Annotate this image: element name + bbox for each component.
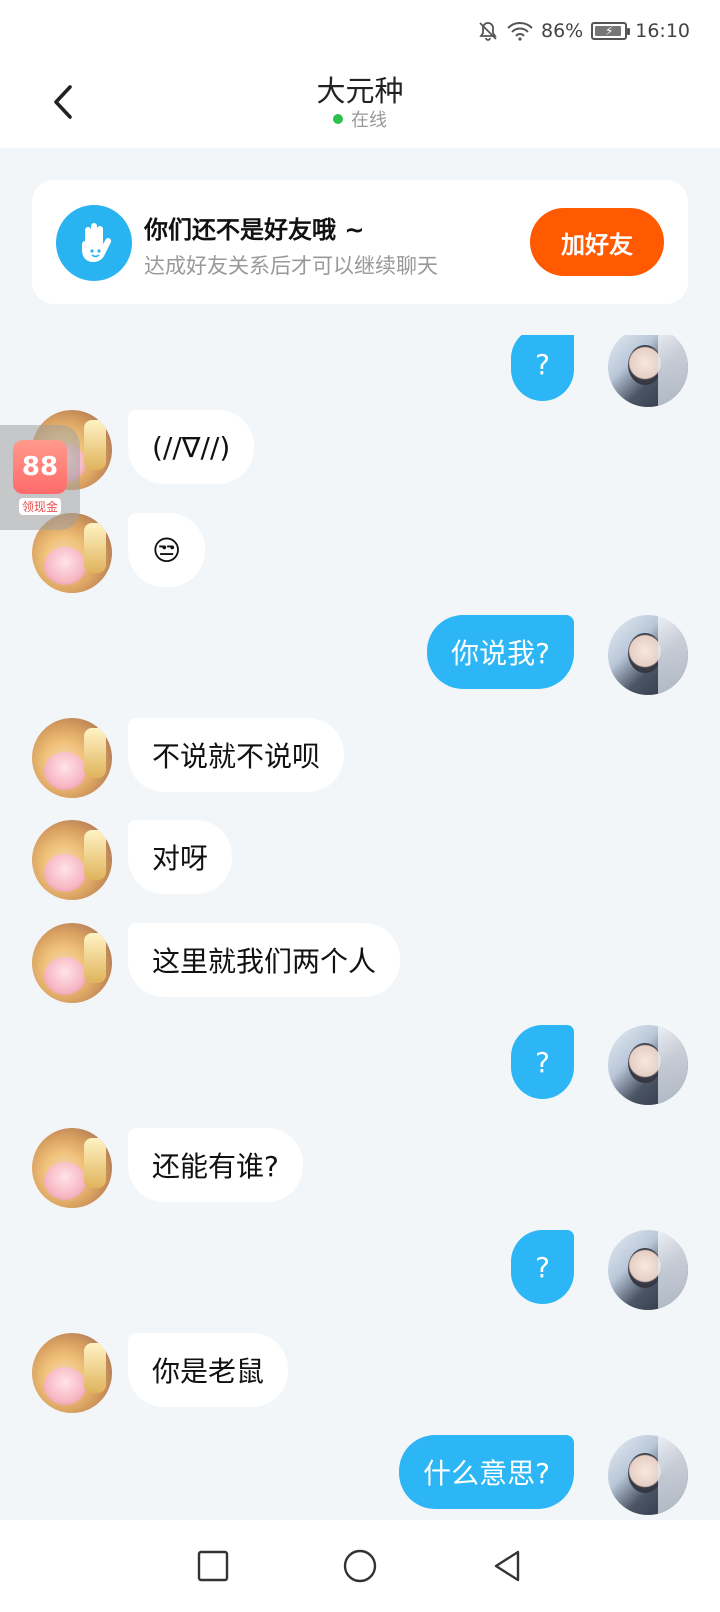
battery-charging-icon: ⚡: [591, 22, 631, 40]
my-avatar[interactable]: [608, 335, 688, 407]
status-bar: 86% ⚡ 16:10: [0, 0, 720, 62]
chat-header: 大元种 在线: [0, 62, 720, 148]
message-row: ?: [0, 1025, 720, 1105]
contact-avatar[interactable]: [32, 1333, 112, 1413]
recent-apps-icon: [198, 1550, 229, 1582]
back-icon: [494, 1550, 519, 1582]
message-bubble[interactable]: ?: [511, 1230, 574, 1304]
my-avatar[interactable]: [608, 1025, 688, 1105]
message-row: 你说我?: [0, 615, 720, 695]
contact-avatar[interactable]: [32, 820, 112, 900]
waving-hand-icon: [56, 205, 132, 281]
message-bubble[interactable]: 什么意思?: [399, 1435, 574, 1509]
recent-apps-button[interactable]: [183, 1536, 243, 1596]
wifi-icon: [507, 21, 533, 41]
message-row: 什么意思?: [0, 1435, 720, 1515]
message-list[interactable]: ? (//∇//) 😒 你说我? 不说就不说呗 对呀 这里就我们两个人 ? 还能…: [0, 335, 720, 1520]
online-dot-icon: [333, 114, 343, 124]
message-row: ?: [0, 335, 720, 407]
message-bubble[interactable]: 对呀: [128, 820, 233, 894]
system-nav-bar: [0, 1520, 720, 1612]
contact-avatar[interactable]: [32, 1128, 112, 1208]
message-bubble[interactable]: ?: [511, 1025, 574, 1099]
online-status-label: 在线: [351, 110, 387, 131]
message-bubble[interactable]: 还能有谁?: [128, 1128, 303, 1202]
message-row: ?: [0, 1230, 720, 1310]
reward-label: 领现金: [18, 498, 61, 515]
online-status: 在线: [0, 106, 720, 132]
my-avatar[interactable]: [608, 1230, 688, 1310]
message-bubble[interactable]: ?: [511, 335, 574, 401]
back-nav-button[interactable]: [477, 1536, 537, 1596]
message-row: 对呀: [0, 820, 720, 900]
message-row: 不说就不说呗: [0, 718, 720, 798]
clock: 16:10: [635, 20, 690, 42]
home-button[interactable]: [330, 1536, 390, 1596]
page-title: 大元种: [316, 74, 404, 108]
message-row: 😒: [0, 513, 720, 593]
contact-avatar[interactable]: [32, 718, 112, 798]
message-row: 这里就我们两个人: [0, 923, 720, 1003]
reward-app-icon: 88: [13, 440, 67, 494]
cash-reward-widget[interactable]: 88 领现金: [0, 425, 80, 530]
message-row: 还能有谁?: [0, 1128, 720, 1208]
message-bubble[interactable]: 不说就不说呗: [128, 718, 345, 792]
my-avatar[interactable]: [608, 615, 688, 695]
banner-title: 你们还不是好友哦 ~: [144, 216, 365, 244]
my-avatar[interactable]: [608, 1435, 688, 1515]
bell-muted-icon: [477, 20, 499, 42]
message-bubble[interactable]: 这里就我们两个人: [128, 923, 401, 997]
banner-subtitle: 达成好友关系后才可以继续聊天: [144, 254, 438, 278]
message-bubble[interactable]: 😒: [128, 513, 206, 587]
home-icon: [343, 1549, 377, 1583]
message-row: 你是老鼠: [0, 1333, 720, 1413]
message-row: (//∇//): [0, 410, 720, 490]
not-friends-banner: 你们还不是好友哦 ~ 达成好友关系后才可以继续聊天 加好友: [32, 180, 688, 304]
contact-avatar[interactable]: [32, 923, 112, 1003]
message-bubble[interactable]: 你是老鼠: [128, 1333, 289, 1407]
message-bubble[interactable]: (//∇//): [128, 410, 255, 484]
battery-percent: 86%: [541, 20, 584, 42]
add-friend-button[interactable]: 加好友: [530, 208, 664, 276]
message-bubble[interactable]: 你说我?: [427, 615, 574, 689]
